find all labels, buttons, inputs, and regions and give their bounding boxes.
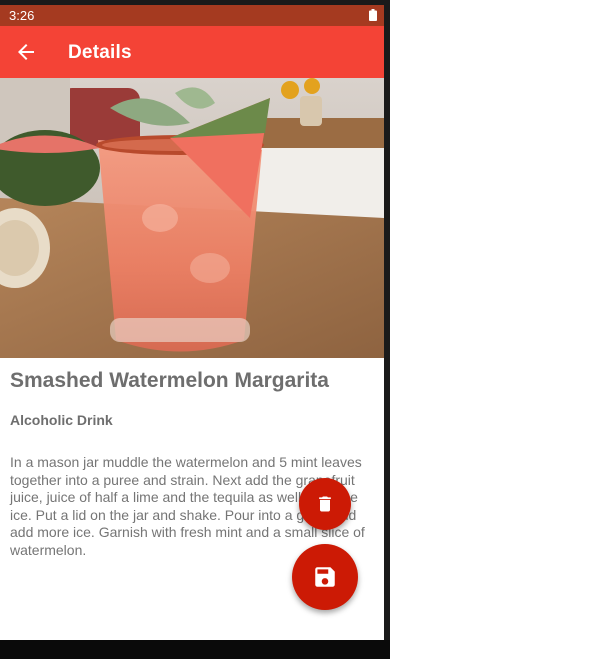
page-title: Details — [68, 42, 132, 63]
drink-details: Smashed Watermelon Margarita Alcoholic D… — [10, 368, 374, 559]
device-frame: 3:26 Details Smashed Watermelon Margarit… — [0, 0, 390, 659]
save-icon — [315, 567, 335, 587]
drink-image — [0, 78, 384, 358]
save-button[interactable] — [292, 544, 358, 610]
delete-button[interactable] — [299, 478, 351, 530]
drink-category: Alcoholic Drink — [10, 412, 113, 428]
status-bar: 3:26 — [0, 5, 384, 26]
navigation-bar — [0, 640, 390, 659]
app-bar: Details — [0, 26, 384, 78]
status-time: 3:26 — [9, 8, 35, 23]
drink-name: Smashed Watermelon Margarita — [10, 369, 329, 392]
battery-icon — [369, 9, 377, 21]
arrow-back-icon[interactable] — [14, 40, 38, 64]
screen: 3:26 Details Smashed Watermelon Margarit… — [0, 5, 384, 640]
trash-icon — [319, 496, 331, 512]
